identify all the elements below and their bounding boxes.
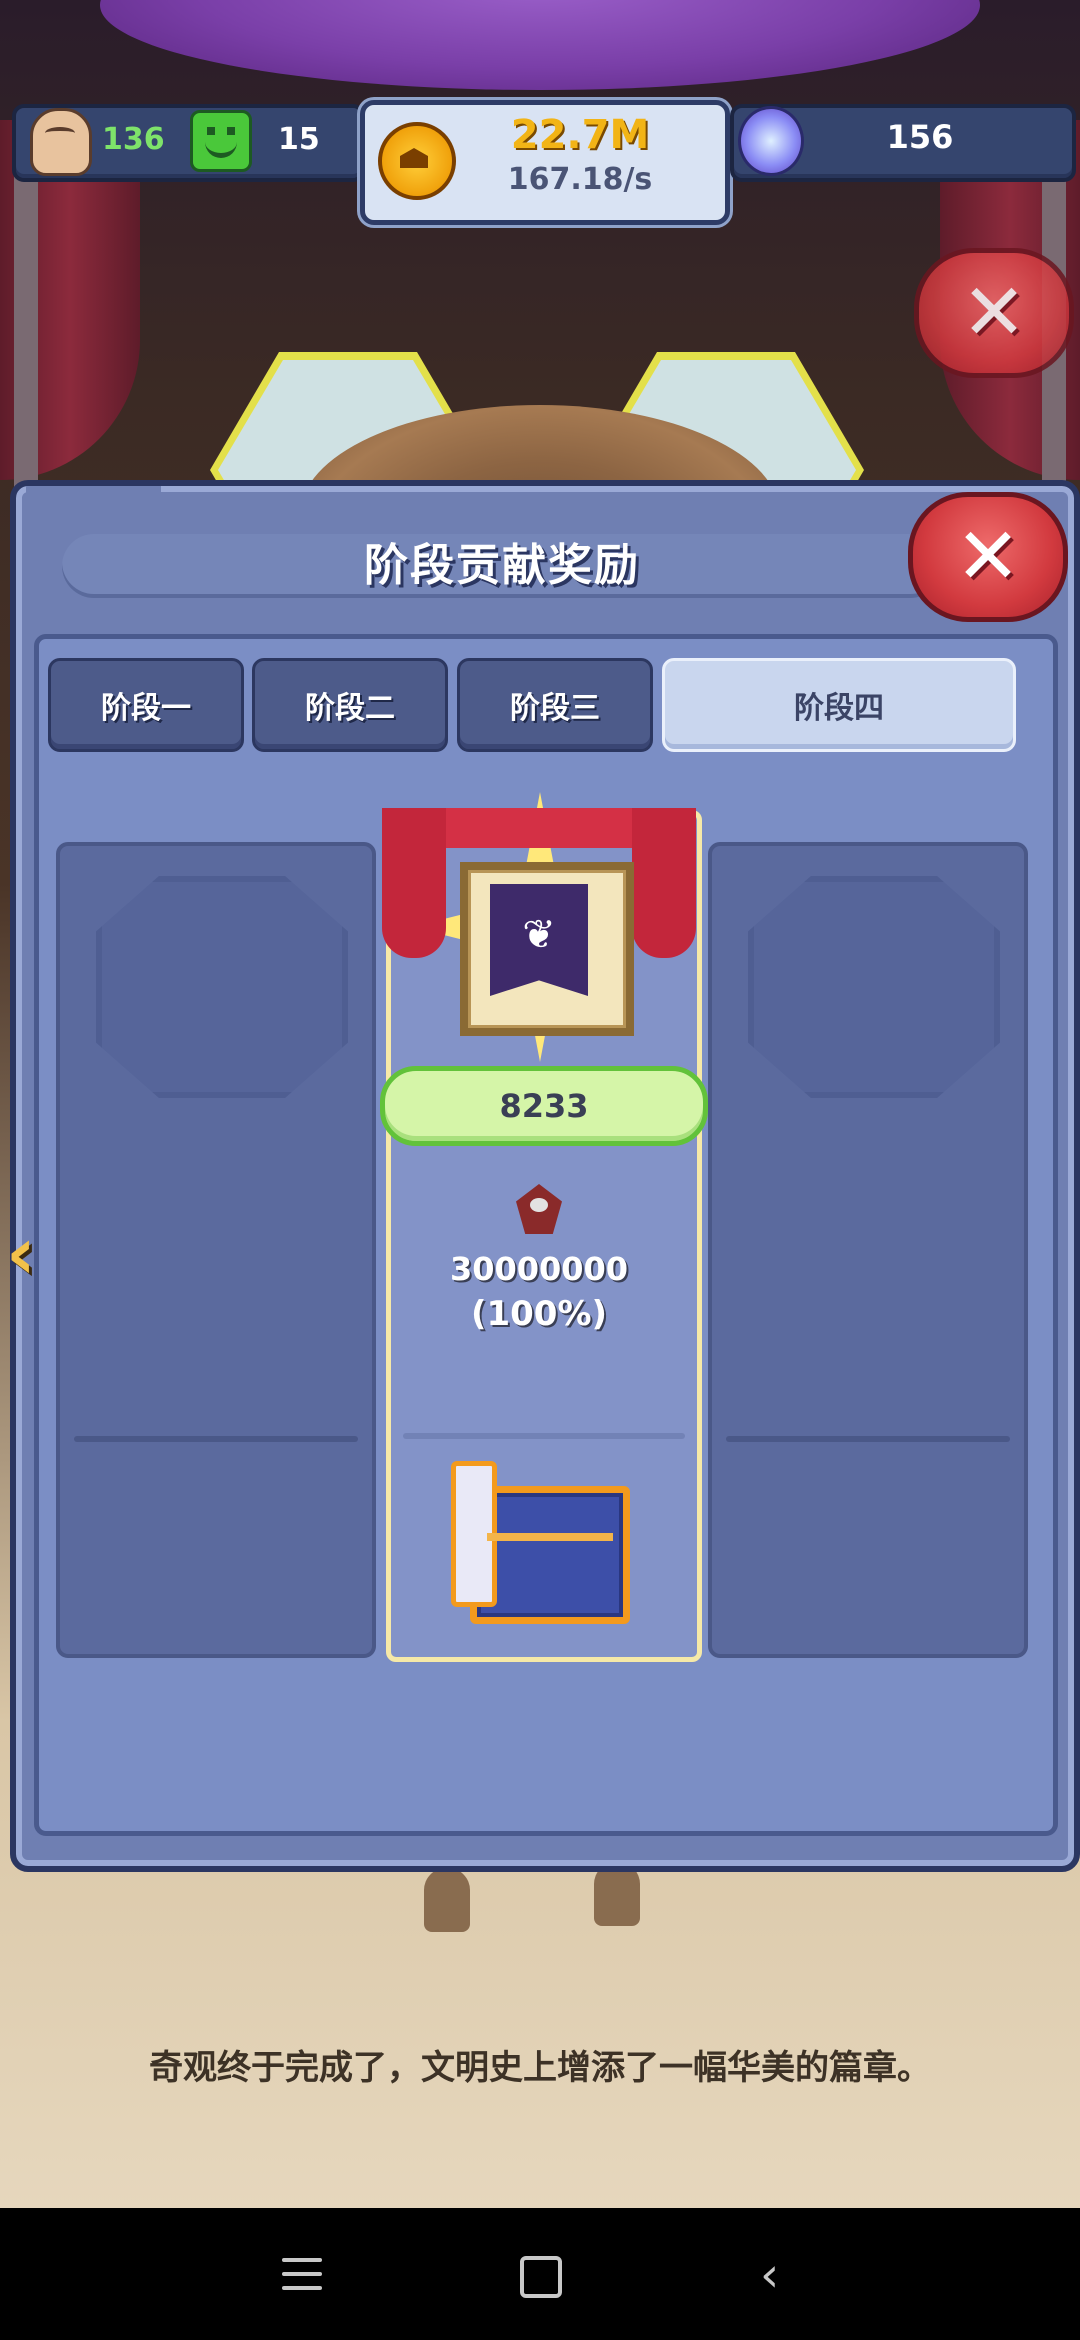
dialog-close-button[interactable]: ✕ [908,492,1068,622]
drape-decoration [632,808,696,958]
reward-percent: (100%) [470,1294,608,1334]
tab-stage-4[interactable]: 阶段四 [662,658,1016,752]
close-icon: ✕ [955,512,1021,602]
card-divider [403,1433,685,1439]
locked-reward-card [708,842,1028,1658]
close-icon: ✕ [961,268,1027,358]
empty-slot [96,876,348,1098]
gold-amount: 22.7M [510,112,650,158]
card-divider [726,1436,1010,1442]
left-pillar [14,160,38,520]
tab-stage-2[interactable]: 阶段二 [252,658,448,752]
nav-home-icon[interactable] [520,2256,562,2298]
person-icon [30,108,92,176]
nav-menu-icon[interactable] [282,2258,322,2290]
gold-coin-icon [378,122,456,200]
nav-back-icon[interactable]: ‹ [760,2250,800,2300]
locked-reward-card [56,842,376,1658]
background-close-button[interactable]: ✕ [914,248,1074,378]
treasure-chest-icon[interactable] [451,1461,630,1624]
contribution-score: 8233 [380,1066,708,1146]
card-divider [74,1436,358,1442]
canopy-decoration [100,0,980,90]
banner-emblem-icon: ❦ [522,912,556,958]
dialog-title: 阶段贡献奖励 [364,540,640,591]
gem-value: 156 [886,118,954,156]
villager [424,1868,470,1932]
back-arrow-icon[interactable]: ‹ [6,1216,68,1290]
empty-slot [748,876,1000,1098]
tab-stage-1[interactable]: 阶段一 [48,658,244,752]
smiley-icon [190,110,252,172]
happiness-value: 15 [278,122,320,157]
gold-rate: 167.18/s [507,162,653,197]
gem-icon [738,106,804,176]
population-value: 136 [102,122,165,157]
tab-stage-3[interactable]: 阶段三 [457,658,653,752]
drape-decoration [382,808,446,958]
reward-amount: 30000000 [449,1250,629,1288]
story-text: 奇观终于完成了，文明史上增添了一幅华美的篇章。 [149,2048,931,2088]
